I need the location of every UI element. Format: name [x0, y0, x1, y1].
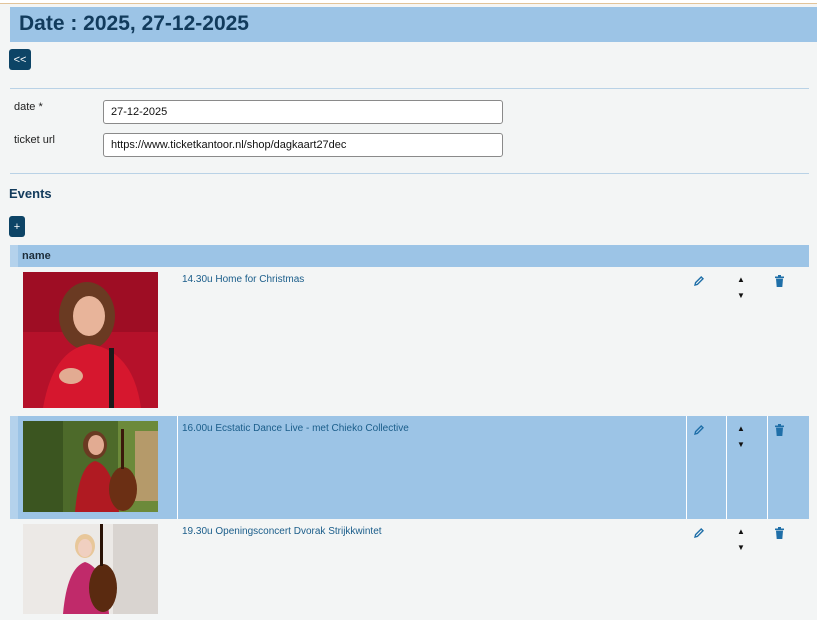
pencil-icon[interactable] [693, 423, 705, 441]
events-table: name 14.30u Home for Christmas ▲ ▼ 16.00… [10, 245, 809, 614]
arrow-up-icon[interactable]: ▲ [737, 528, 745, 536]
arrow-down-icon[interactable]: ▼ [737, 292, 745, 300]
event-image [23, 272, 158, 408]
trash-icon[interactable] [774, 526, 785, 544]
divider [10, 173, 809, 174]
top-edge [0, 0, 817, 4]
event-link[interactable]: 19.30u Openingsconcert Dvorak Strijkkwin… [182, 526, 382, 537]
trash-icon[interactable] [774, 274, 785, 292]
trash-icon[interactable] [774, 423, 785, 441]
event-image [23, 421, 158, 512]
ticket-url-label: ticket url [14, 134, 55, 146]
table-row: 19.30u Openingsconcert Dvorak Strijkkwin… [10, 519, 809, 620]
date-label: date * [14, 101, 43, 113]
arrow-up-icon[interactable]: ▲ [737, 425, 745, 433]
table-row: 14.30u Home for Christmas ▲ ▼ [10, 267, 809, 416]
pencil-icon[interactable] [693, 526, 705, 544]
date-input[interactable] [103, 100, 503, 124]
pencil-icon[interactable] [693, 274, 705, 292]
add-event-button[interactable]: + [9, 216, 25, 237]
page-title: Date : 2025, 27-12-2025 [19, 12, 249, 35]
ticket-url-input[interactable] [103, 133, 503, 157]
back-button[interactable]: << [9, 49, 31, 70]
page-header: Date : 2025, 27-12-2025 [10, 7, 817, 42]
arrow-up-icon[interactable]: ▲ [737, 276, 745, 284]
divider [10, 88, 809, 89]
arrow-down-icon[interactable]: ▼ [737, 441, 745, 449]
event-link[interactable]: 14.30u Home for Christmas [182, 274, 304, 285]
arrow-down-icon[interactable]: ▼ [737, 544, 745, 552]
table-row: 16.00u Ecstatic Dance Live - met Chieko … [10, 416, 809, 519]
event-link[interactable]: 16.00u Ecstatic Dance Live - met Chieko … [182, 423, 409, 434]
events-heading: Events [9, 186, 52, 201]
column-header-name: name [22, 250, 51, 262]
event-image [23, 524, 158, 614]
table-header: name [10, 245, 809, 267]
